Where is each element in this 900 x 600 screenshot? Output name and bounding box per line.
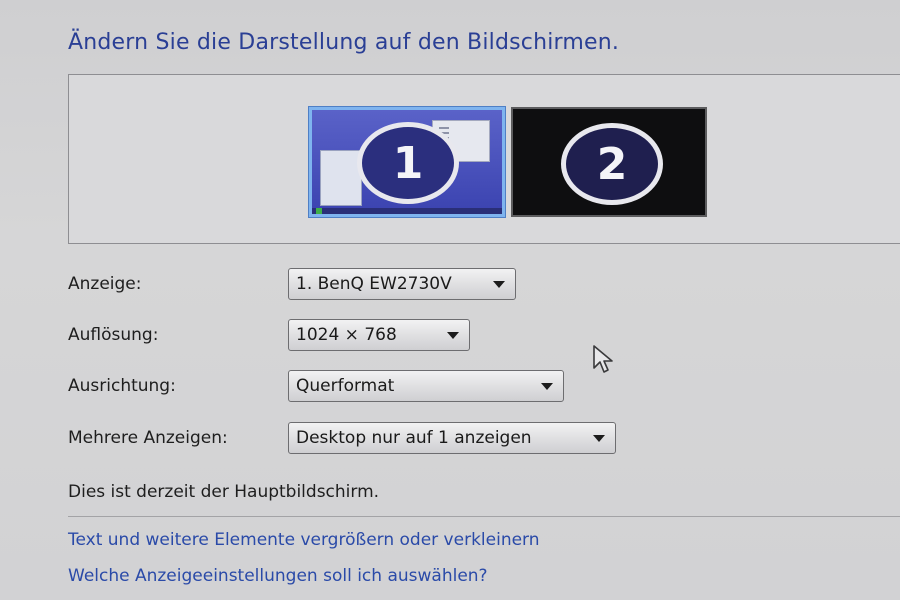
mehrere-anzeigen-label: Mehrere Anzeigen: <box>68 428 228 448</box>
mehrere-anzeigen-value: Desktop nur auf 1 anzeigen <box>296 428 532 448</box>
anzeige-dropdown[interactable]: 1. BenQ EW2730V <box>288 268 516 300</box>
monitor-number-badge: 2 <box>561 123 663 205</box>
anzeige-value: 1. BenQ EW2730V <box>296 274 452 294</box>
page-title: Ändern Sie die Darstellung auf den Bilds… <box>68 30 620 55</box>
dropdown-arrow-icon <box>493 281 505 288</box>
aufloesung-label: Auflösung: <box>68 325 159 345</box>
dropdown-arrow-icon <box>593 435 605 442</box>
monitor-preview-start-icon <box>316 208 322 214</box>
mouse-pointer-icon <box>592 344 616 380</box>
ausrichtung-label: Ausrichtung: <box>68 376 176 396</box>
monitor-preview-window <box>320 150 362 206</box>
ausrichtung-dropdown[interactable]: Querformat <box>288 370 564 402</box>
monitor-2[interactable]: 2 <box>511 107 707 217</box>
primary-display-status: Dies ist derzeit der Hauptbildschirm. <box>68 482 380 502</box>
which-settings-link[interactable]: Welche Anzeigeeinstellungen soll ich aus… <box>68 566 488 586</box>
monitor-preview-taskbar <box>312 208 502 214</box>
divider <box>68 516 900 517</box>
aufloesung-dropdown[interactable]: 1024 × 768 <box>288 319 470 351</box>
ausrichtung-value: Querformat <box>296 376 395 396</box>
dropdown-arrow-icon <box>541 383 553 390</box>
monitor-1[interactable]: 1 <box>309 107 505 217</box>
anzeige-label: Anzeige: <box>68 274 142 294</box>
monitor-number-badge: 1 <box>357 122 459 204</box>
mehrere-anzeigen-dropdown[interactable]: Desktop nur auf 1 anzeigen <box>288 422 616 454</box>
dropdown-arrow-icon <box>447 332 459 339</box>
text-size-link[interactable]: Text und weitere Elemente vergrößern ode… <box>68 530 540 550</box>
monitor-arrangement-area[interactable]: 1 2 <box>68 74 900 244</box>
aufloesung-value: 1024 × 768 <box>296 325 397 345</box>
